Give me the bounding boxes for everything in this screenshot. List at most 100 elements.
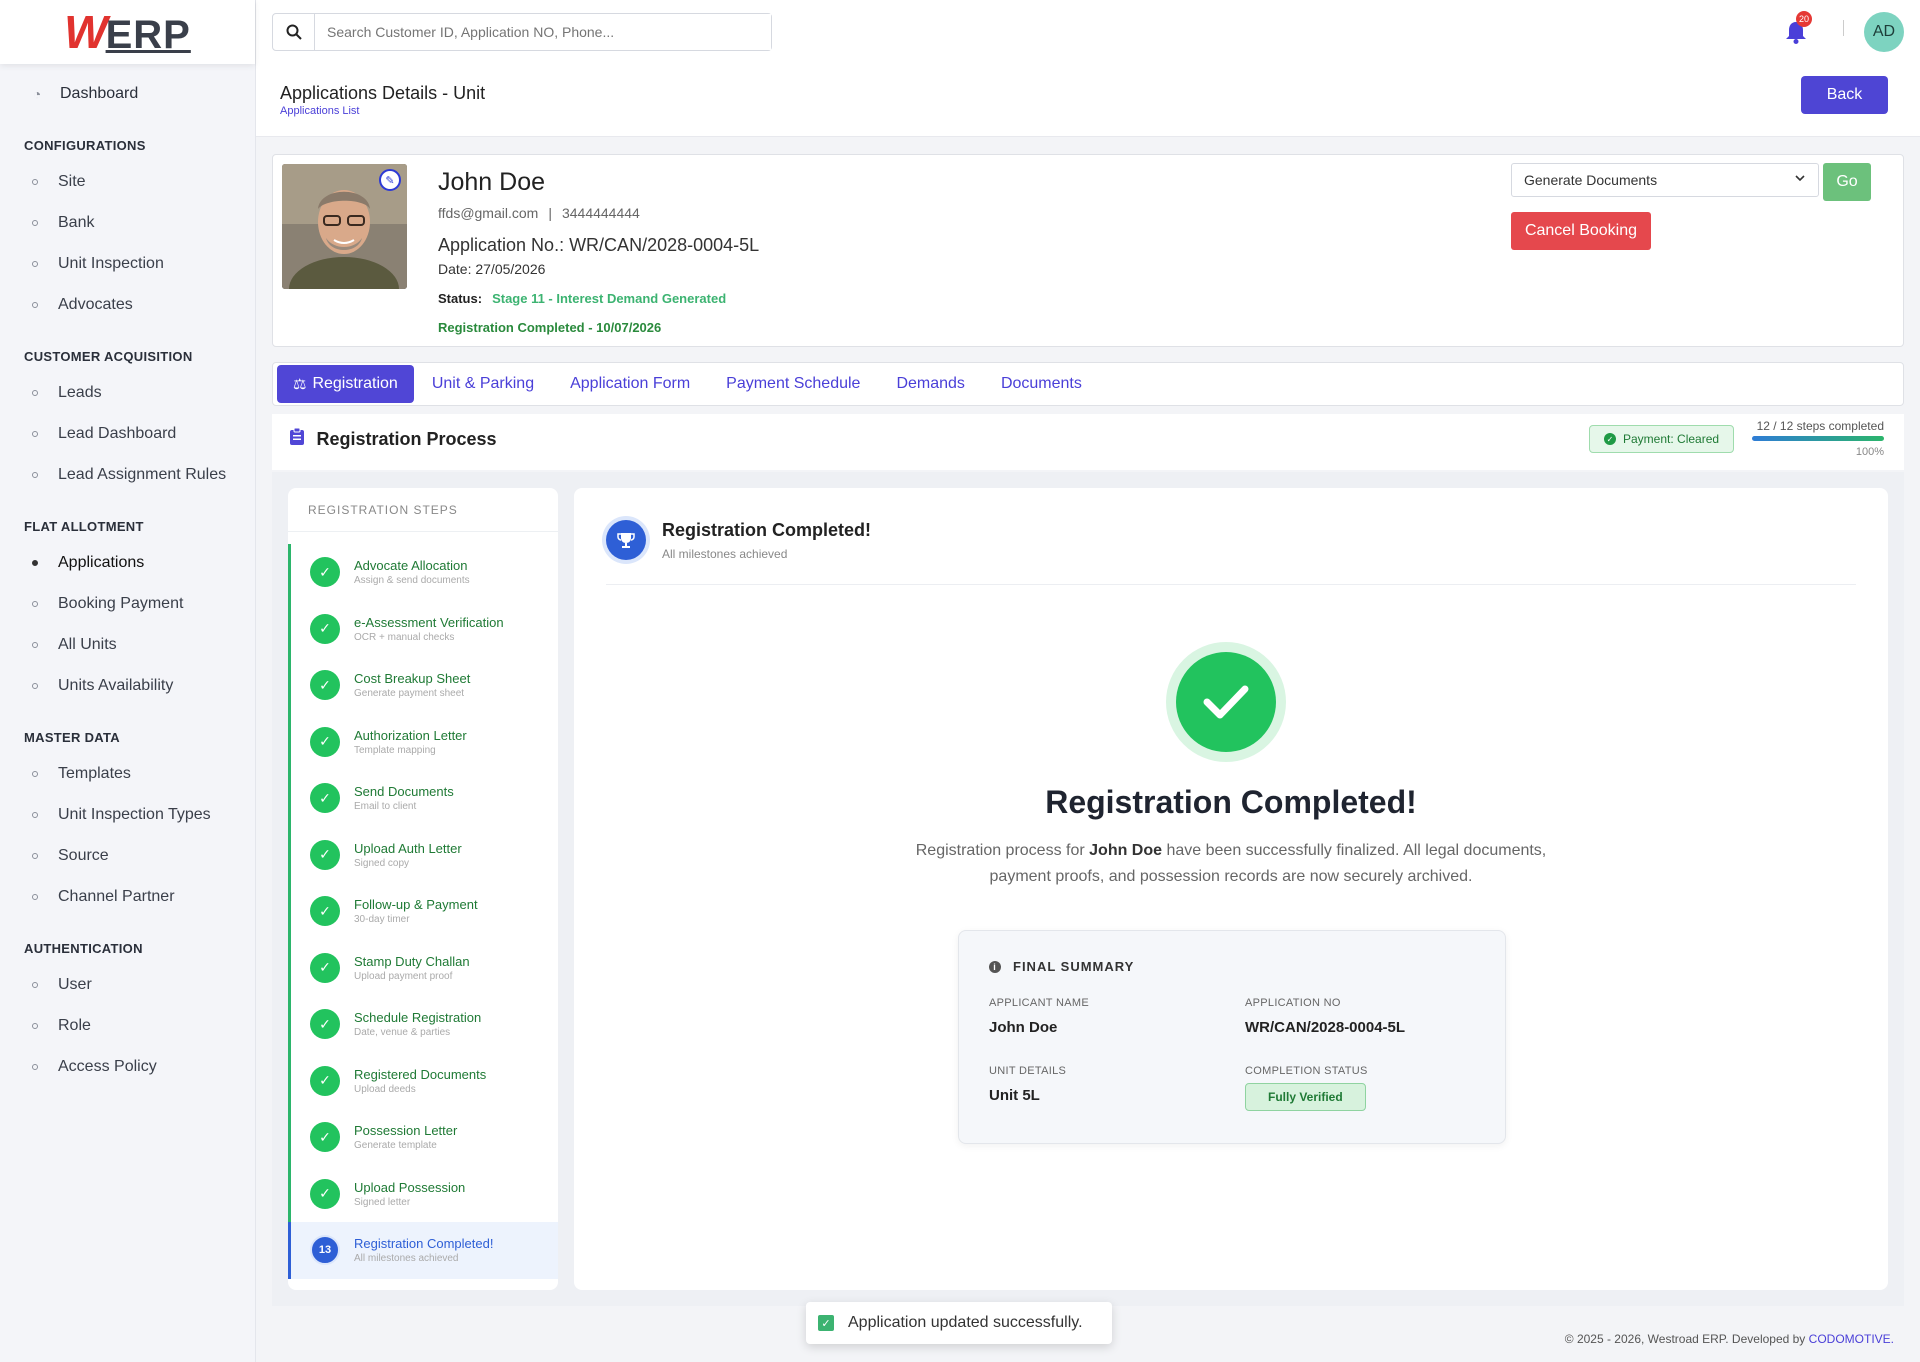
step-text: Authorization Letter Template mapping [354, 728, 467, 756]
registration-step[interactable]: ✓ Upload Possession Signed letter [288, 1166, 558, 1223]
sidebar-item-label: Templates [58, 764, 131, 782]
registration-step[interactable]: ✓ Follow-up & Payment 30-day timer [288, 883, 558, 940]
registration-step[interactable]: ✓ Possession Letter Generate template [288, 1109, 558, 1166]
tab-registration[interactable]: ⚖ Registration [277, 365, 414, 403]
bullet-icon [32, 219, 38, 226]
user-avatar[interactable]: AD [1864, 12, 1904, 52]
registration-process-title: Registration Process [290, 427, 497, 450]
tab-unit-parking[interactable]: Unit & Parking [414, 365, 552, 403]
sidebar-section-title: CONFIGURATIONS [24, 138, 146, 153]
generate-documents-select[interactable]: Generate Documents [1511, 163, 1819, 197]
search-icon[interactable] [273, 14, 315, 50]
sidebar-item-dashboard[interactable]: ◔ Dashboard [0, 74, 255, 114]
registration-step[interactable]: ✓ Stamp Duty Challan Upload payment proof [288, 940, 558, 997]
application-no-value: WR/CAN/2028-0004-5L [1245, 1019, 1406, 1036]
tab-documents[interactable]: Documents [983, 365, 1100, 403]
step-title: Registration Completed! [354, 1236, 494, 1252]
step-subtitle: 30-day timer [354, 914, 410, 926]
sidebar-item-role[interactable]: Role [0, 1005, 255, 1046]
sidebar-item-label: Unit Inspection [58, 254, 164, 272]
sidebar-item-unit-inspection-types[interactable]: Unit Inspection Types [0, 794, 255, 835]
success-toast: ✓ Application updated successfully. [806, 1302, 1112, 1344]
sidebar-item-bank[interactable]: Bank [0, 202, 255, 243]
completion-description: Registration process for John Doe have b… [915, 842, 1547, 885]
logo[interactable]: WERP [0, 0, 255, 64]
sidebar-item-units-availability[interactable]: Units Availability [0, 665, 255, 706]
step-text: Upload Auth Letter Signed copy [354, 841, 462, 869]
check-circle-icon: ✓ [310, 1065, 340, 1096]
step-text: Stamp Duty Challan Upload payment proof [354, 954, 470, 982]
step-subtitle: Upload deeds [354, 1083, 416, 1095]
check-circle-icon: ✓ [310, 670, 340, 701]
tab-payment-schedule[interactable]: Payment Schedule [708, 365, 878, 403]
search-input[interactable] [315, 14, 771, 50]
footer-brand-link[interactable]: CODOMOTIVE. [1809, 1332, 1894, 1346]
back-button[interactable]: Back [1801, 76, 1888, 114]
sidebar-item-label: Applications [58, 553, 145, 571]
bullet-icon [32, 471, 38, 478]
registration-step[interactable]: ✓ Authorization Letter Template mapping [288, 714, 558, 771]
step-subtitle: OCR + manual checks [354, 631, 455, 643]
tab-demands[interactable]: Demands [878, 365, 982, 403]
tab-application-form[interactable]: Application Form [552, 365, 708, 403]
sidebar-item-templates[interactable]: Templates [0, 753, 255, 794]
step-title: Possession Letter [354, 1123, 458, 1139]
registration-step[interactable]: ✓ Cost Breakup Sheet Generate payment shee… [288, 657, 558, 714]
sidebar-item-applications[interactable]: Applications [0, 542, 255, 583]
registration-steps-panel: REGISTRATION STEPS ✓ Advocate Allocation A… [288, 488, 558, 1290]
registration-step[interactable]: ✓ Registered Documents Upload deeds [288, 1053, 558, 1110]
sidebar-section-title: FLAT ALLOTMENT [24, 519, 144, 534]
registration-step-current[interactable]: 13 Registration Completed! All milestones … [288, 1222, 558, 1279]
bullet-icon [32, 389, 38, 396]
step-title: Send Documents [354, 784, 454, 800]
step-subtitle: Generate template [354, 1140, 437, 1152]
step-text: Registered Documents Upload deeds [354, 1067, 486, 1095]
step-title: Follow-up & Payment [354, 897, 478, 913]
step-subtitle: Date, venue & parties [354, 1027, 451, 1039]
bullet-icon [32, 301, 38, 308]
registration-step[interactable]: ✓ e-Assessment Verification OCR + manual c… [288, 601, 558, 658]
edit-photo-icon[interactable]: ✎ [379, 169, 401, 191]
sidebar-item-booking-payment[interactable]: Booking Payment [0, 583, 255, 624]
sidebar-item-source[interactable]: Source [0, 835, 255, 876]
check-circle-icon: ✓ [310, 839, 340, 870]
registration-step[interactable]: ✓ Upload Auth Letter Signed copy [288, 827, 558, 884]
registration-process-header: Registration Process ✓ Payment: Cleared 1… [272, 414, 1904, 470]
steps-completed-count: 12 / 12 steps completed [1756, 419, 1884, 433]
sidebar-item-all-units[interactable]: All Units [0, 624, 255, 665]
check-circle-icon: ✓ [310, 783, 340, 814]
sidebar-item-label: Leads [58, 383, 102, 401]
sidebar-item-user[interactable]: User [0, 964, 255, 1005]
status-value: Stage 11 - Interest Demand Generated [492, 291, 727, 306]
sidebar-item-lead-assignment-rules[interactable]: Lead Assignment Rules [0, 454, 255, 495]
steps-progress-bar [1752, 436, 1884, 441]
sidebar-item-channel-partner[interactable]: Channel Partner [0, 876, 255, 917]
step-title: Cost Breakup Sheet [354, 671, 471, 687]
applicant-email: ffds@gmail.com [438, 205, 539, 221]
sidebar-item-advocates[interactable]: Advocates [0, 284, 255, 325]
step-title: Schedule Registration [354, 1010, 482, 1026]
sidebar-item-access-policy[interactable]: Access Policy [0, 1046, 255, 1087]
applicant-name-label: APPLICANT NAME [989, 997, 1089, 1009]
applicant-phone: 3444444444 [561, 205, 640, 221]
sidebar-item-site[interactable]: Site [0, 161, 255, 202]
bullet-icon [32, 260, 38, 267]
go-button[interactable]: Go [1823, 163, 1871, 201]
success-check-icon [1166, 642, 1286, 762]
step-title: Stamp Duty Challan [354, 953, 470, 969]
sidebar-item-lead-dashboard[interactable]: Lead Dashboard [0, 413, 255, 454]
step-title: e-Assessment Verification [354, 614, 504, 630]
sidebar-item-unit-inspection[interactable]: Unit Inspection [0, 243, 255, 284]
registration-completed-date: Registration Completed - 10/07/2026 [438, 320, 662, 335]
step-title: Advocate Allocation [354, 558, 468, 574]
registration-steps-list: ✓ Advocate Allocation Assign & send docume… [288, 532, 558, 1279]
sidebar-item-leads[interactable]: Leads [0, 372, 255, 413]
breadcrumb-applications-list[interactable]: Applications List [280, 105, 360, 117]
sidebar-item-label: Source [58, 846, 109, 864]
registration-step[interactable]: ✓ Advocate Allocation Assign & send docume… [288, 544, 558, 601]
notification-badge: 20 [1796, 11, 1812, 27]
cancel-booking-button[interactable]: Cancel Booking [1511, 212, 1651, 250]
sidebar-item-label: Unit Inspection Types [58, 805, 211, 823]
registration-step[interactable]: ✓ Schedule Registration Date, venue & part… [288, 996, 558, 1053]
registration-step[interactable]: ✓ Send Documents Email to client [288, 770, 558, 827]
